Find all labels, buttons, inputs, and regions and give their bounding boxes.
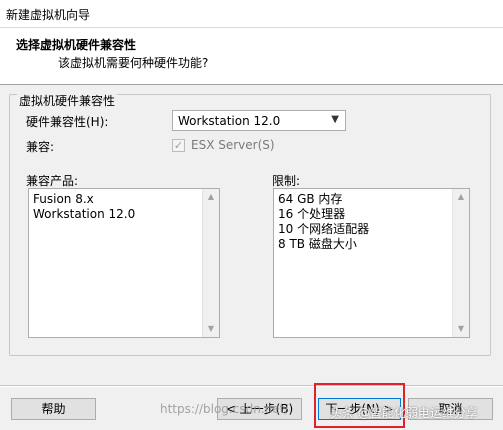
list-item: 8 TB 磁盘大小 bbox=[278, 237, 357, 251]
title-bar: 新建虚拟机向导 bbox=[0, 0, 503, 28]
esx-server-checkbox[interactable]: ✓ bbox=[172, 139, 185, 152]
checkmark-icon: ✓ bbox=[173, 139, 184, 152]
hardware-compat-select[interactable]: Workstation 12.0 ▼ bbox=[172, 110, 346, 131]
products-listbox[interactable]: Fusion 8.x Workstation 12.0 ▲ ▼ bbox=[28, 188, 220, 338]
watermark-left: https://blog.csdn.net/ bbox=[160, 402, 289, 416]
compat-label: 兼容: bbox=[26, 140, 55, 154]
scroll-down-icon[interactable]: ▼ bbox=[203, 321, 219, 337]
footer-divider-highlight bbox=[0, 386, 503, 387]
products-label: 兼容产品: bbox=[26, 174, 79, 188]
watermark-right: 头条 @智能化弱电运维分享 bbox=[330, 406, 478, 420]
scroll-down-icon[interactable]: ▼ bbox=[453, 321, 469, 337]
esx-server-label: ESX Server(S) bbox=[191, 138, 275, 152]
window-title: 新建虚拟机向导 bbox=[6, 8, 91, 22]
list-item[interactable]: Fusion 8.x bbox=[29, 192, 219, 207]
list-item: 64 GB 内存 bbox=[278, 192, 343, 206]
scroll-up-icon[interactable]: ▲ bbox=[203, 189, 219, 205]
wizard-header: 选择虚拟机硬件兼容性 该虚拟机需要何种硬件功能? bbox=[0, 28, 503, 85]
help-button[interactable]: 帮助 bbox=[11, 398, 96, 420]
scroll-up-icon[interactable]: ▲ bbox=[453, 189, 469, 205]
hardware-compat-label: 硬件兼容性(H): bbox=[26, 115, 109, 129]
chevron-down-icon: ▼ bbox=[331, 114, 339, 125]
list-item: 10 个网络适配器 bbox=[278, 222, 370, 236]
limits-scrollbar[interactable]: ▲ ▼ bbox=[452, 189, 469, 337]
page-title: 选择虚拟机硬件兼容性 bbox=[16, 38, 137, 52]
hardware-compat-value: Workstation 12.0 bbox=[178, 114, 281, 128]
page-subtitle: 该虚拟机需要何种硬件功能? bbox=[58, 56, 209, 70]
list-item[interactable]: Workstation 12.0 bbox=[29, 207, 219, 222]
list-item: 16 个处理器 bbox=[278, 207, 346, 221]
limits-listbox[interactable]: 64 GB 内存 16 个处理器 10 个网络适配器 8 TB 磁盘大小 ▲ ▼ bbox=[273, 188, 470, 338]
group-legend: 虚拟机硬件兼容性 bbox=[17, 92, 118, 109]
products-scrollbar[interactable]: ▲ ▼ bbox=[202, 189, 219, 337]
limits-label: 限制: bbox=[272, 174, 301, 188]
